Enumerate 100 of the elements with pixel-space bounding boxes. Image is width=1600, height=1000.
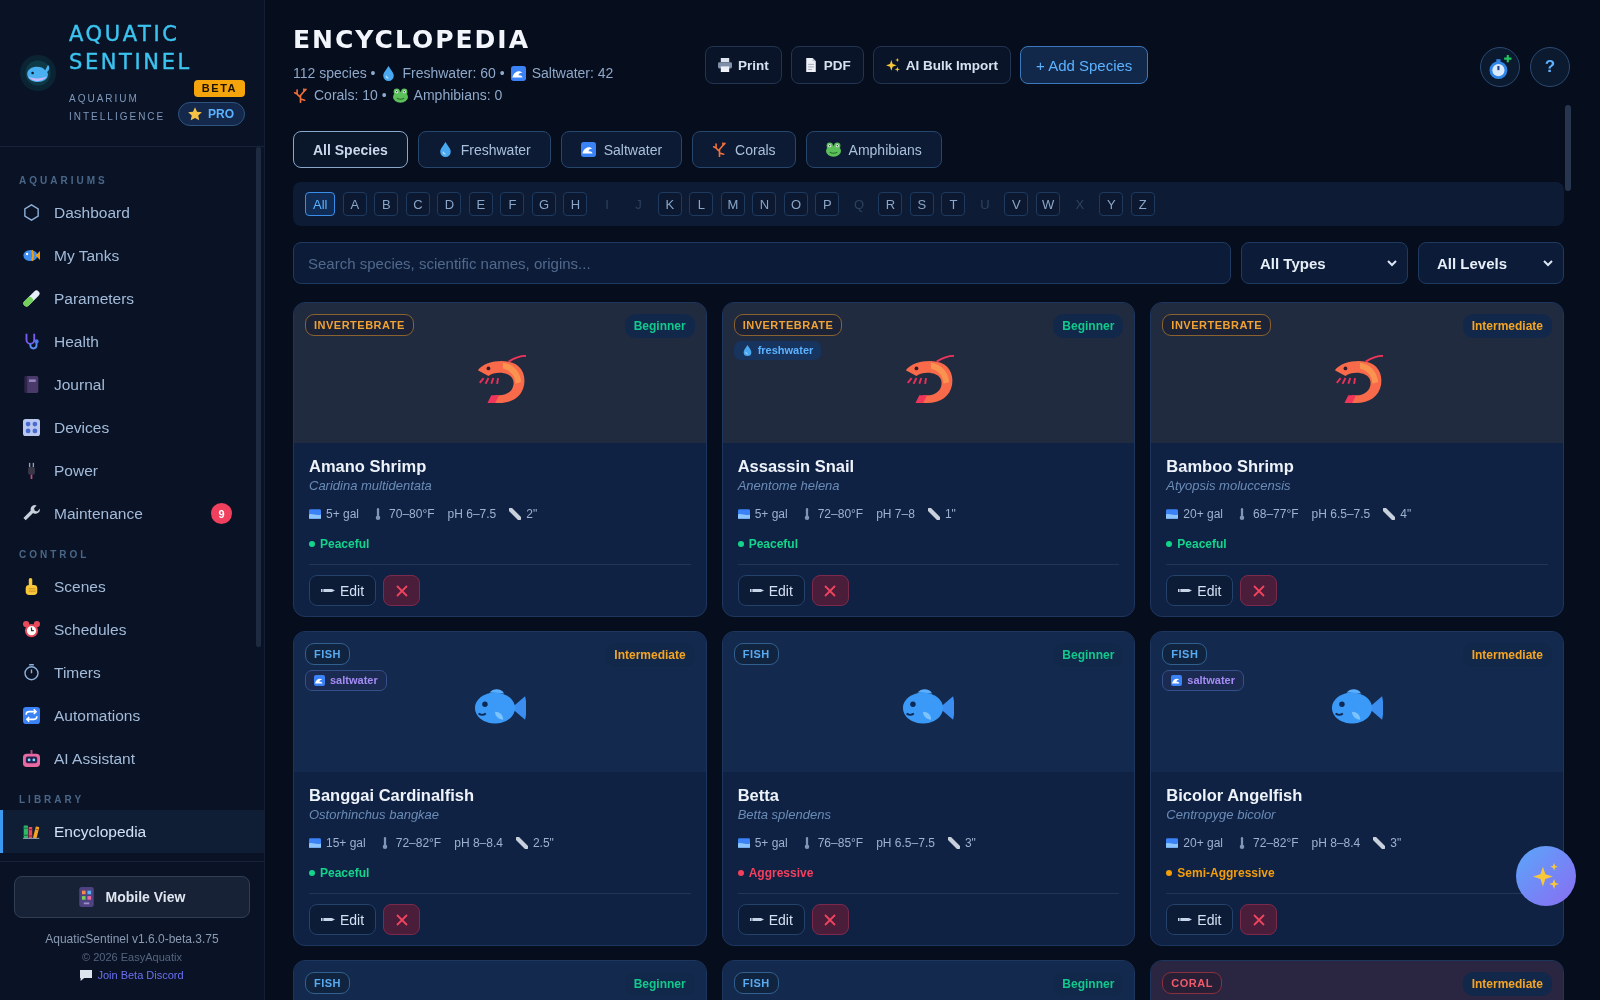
- edit-button[interactable]: Edit: [309, 575, 377, 606]
- nav-item[interactable]: Maintenance 9: [0, 492, 264, 535]
- letter-filter[interactable]: C: [405, 192, 430, 216]
- letter-filter[interactable]: E: [468, 192, 493, 216]
- edit-button[interactable]: Edit: [737, 904, 805, 935]
- type-tag: INVERTEBRATE: [1162, 314, 1272, 336]
- letter-filter[interactable]: P: [815, 192, 840, 216]
- delete-button[interactable]: [383, 575, 421, 606]
- edit-button[interactable]: Edit: [1166, 575, 1234, 606]
- nav-item[interactable]: Parameters: [0, 277, 264, 320]
- wave-icon: [580, 142, 596, 157]
- delete-button[interactable]: [1240, 575, 1278, 606]
- mobile-view-button[interactable]: Mobile View: [14, 876, 250, 918]
- letter-filter[interactable]: S: [909, 192, 934, 216]
- edit-button[interactable]: Edit: [1166, 904, 1234, 935]
- filter-dropdown[interactable]: All Types: [1241, 242, 1408, 284]
- letter-filter[interactable]: N: [752, 192, 777, 216]
- letter-filter[interactable]: T: [941, 192, 966, 216]
- category-tab[interactable]: Freshwater: [417, 131, 551, 168]
- letter-filter[interactable]: K: [657, 192, 682, 216]
- help-button[interactable]: ?: [1530, 47, 1570, 87]
- brand-title: AQUATIC SENTINEL: [69, 21, 193, 76]
- droplet-icon: [437, 142, 453, 157]
- type-tag: FISH: [733, 643, 779, 665]
- nav-item[interactable]: Health: [0, 320, 264, 363]
- temperature-range: 72–82°F: [395, 835, 442, 852]
- letter-filter[interactable]: R: [878, 192, 903, 216]
- letter-filter[interactable]: Y: [1099, 192, 1124, 216]
- copyright-text: © 2026 EasyAquatix: [82, 950, 182, 965]
- type-tag: INVERTEBRATE: [305, 314, 414, 336]
- letter-filter[interactable]: O: [783, 192, 808, 216]
- brand-subtitle: AQUARIUM INTELLIGENCE: [69, 92, 167, 124]
- search-field[interactable]: Search species, scientific names, origins...: [293, 242, 1231, 284]
- letter-filter[interactable]: V: [1004, 192, 1029, 216]
- nav-item[interactable]: Scenes: [0, 565, 264, 608]
- adult-size: 4": [1400, 506, 1412, 523]
- nav-item[interactable]: Dashboard: [0, 191, 264, 234]
- delete-button[interactable]: [1240, 904, 1278, 935]
- type-tag: INVERTEBRATE: [733, 314, 843, 336]
- delete-button[interactable]: [811, 575, 849, 606]
- category-tab[interactable]: Amphibians: [805, 131, 942, 168]
- print-button[interactable]: Print: [705, 46, 782, 84]
- letter-filter[interactable]: L: [689, 192, 714, 216]
- pdf-button[interactable]: PDF: [790, 46, 864, 84]
- delete-button[interactable]: [383, 904, 421, 935]
- sparkles-icon: [885, 58, 900, 72]
- difficulty-badge: Beginner: [624, 972, 695, 996]
- delete-button[interactable]: [811, 904, 849, 935]
- ai-import-button[interactable]: AI Bulk Import: [872, 46, 1012, 84]
- letter-filter[interactable]: H: [563, 192, 588, 216]
- nav-item[interactable]: My Tanks: [0, 234, 264, 277]
- letter-filter[interactable]: Z: [1130, 192, 1155, 216]
- ph-range: pH 8–8.4: [454, 835, 503, 852]
- filter-dropdown[interactable]: All Levels: [1418, 242, 1564, 284]
- nav-item[interactable]: Power: [0, 449, 264, 492]
- discord-link[interactable]: Join Beta Discord: [97, 966, 184, 984]
- nav-item[interactable]: Timers: [0, 651, 264, 694]
- difficulty-badge: Beginner: [1053, 314, 1124, 338]
- letter-filter[interactable]: All: [305, 192, 336, 216]
- add-timer-button[interactable]: [1480, 47, 1520, 87]
- pencil-icon: [321, 917, 335, 922]
- repeat-icon: [23, 707, 40, 724]
- ph-range: pH 8–8.4: [1311, 835, 1361, 852]
- adult-size: 2.5": [532, 835, 554, 852]
- star-icon: [188, 107, 202, 121]
- category-tab[interactable]: Saltwater: [560, 131, 683, 168]
- tank-volume: 5+ gal: [754, 835, 788, 852]
- difficulty-badge: Intermediate: [1462, 314, 1552, 338]
- category-tab[interactable]: Corals: [692, 131, 796, 168]
- difficulty-badge: Beginner: [1053, 643, 1124, 667]
- scrollbar-thumb[interactable]: [1565, 105, 1571, 191]
- species-name: Banggai Cardinalfish: [309, 785, 476, 806]
- letter-filter[interactable]: F: [500, 192, 525, 216]
- letter-filter[interactable]: D: [437, 192, 462, 216]
- letter-filter[interactable]: G: [531, 192, 556, 216]
- letter-filter[interactable]: A: [342, 192, 367, 216]
- nav-item[interactable]: Encyclopedia: [0, 810, 264, 853]
- edit-button[interactable]: Edit: [737, 575, 805, 606]
- temperament-label: Peaceful: [748, 536, 798, 553]
- letter-filter[interactable]: B: [374, 192, 399, 216]
- hexagon-icon: [23, 204, 40, 221]
- scrollbar-thumb[interactable]: [256, 147, 261, 647]
- nav-item[interactable]: Schedules: [0, 608, 264, 651]
- fish-icon: [23, 247, 40, 264]
- temperature-range: 72–82°F: [1253, 835, 1299, 852]
- category-tab[interactable]: All Species: [293, 131, 408, 168]
- coral-icon: [712, 142, 728, 157]
- letter-filter[interactable]: W: [1035, 192, 1061, 216]
- nav-item[interactable]: Journal: [0, 363, 264, 406]
- adult-size: 3": [964, 835, 976, 852]
- edit-button[interactable]: Edit: [309, 904, 377, 935]
- add-species-button[interactable]: + Add Species: [1020, 46, 1149, 84]
- temperament-label: Peaceful: [320, 865, 370, 882]
- tank-icon: [737, 508, 750, 520]
- robot-icon: [23, 750, 40, 767]
- nav-item[interactable]: Automations: [0, 694, 264, 737]
- nav-item[interactable]: AI Assistant: [0, 737, 264, 780]
- count-badge: 9: [211, 503, 232, 524]
- letter-filter[interactable]: M: [720, 192, 745, 216]
- nav-item[interactable]: Devices: [0, 406, 264, 449]
